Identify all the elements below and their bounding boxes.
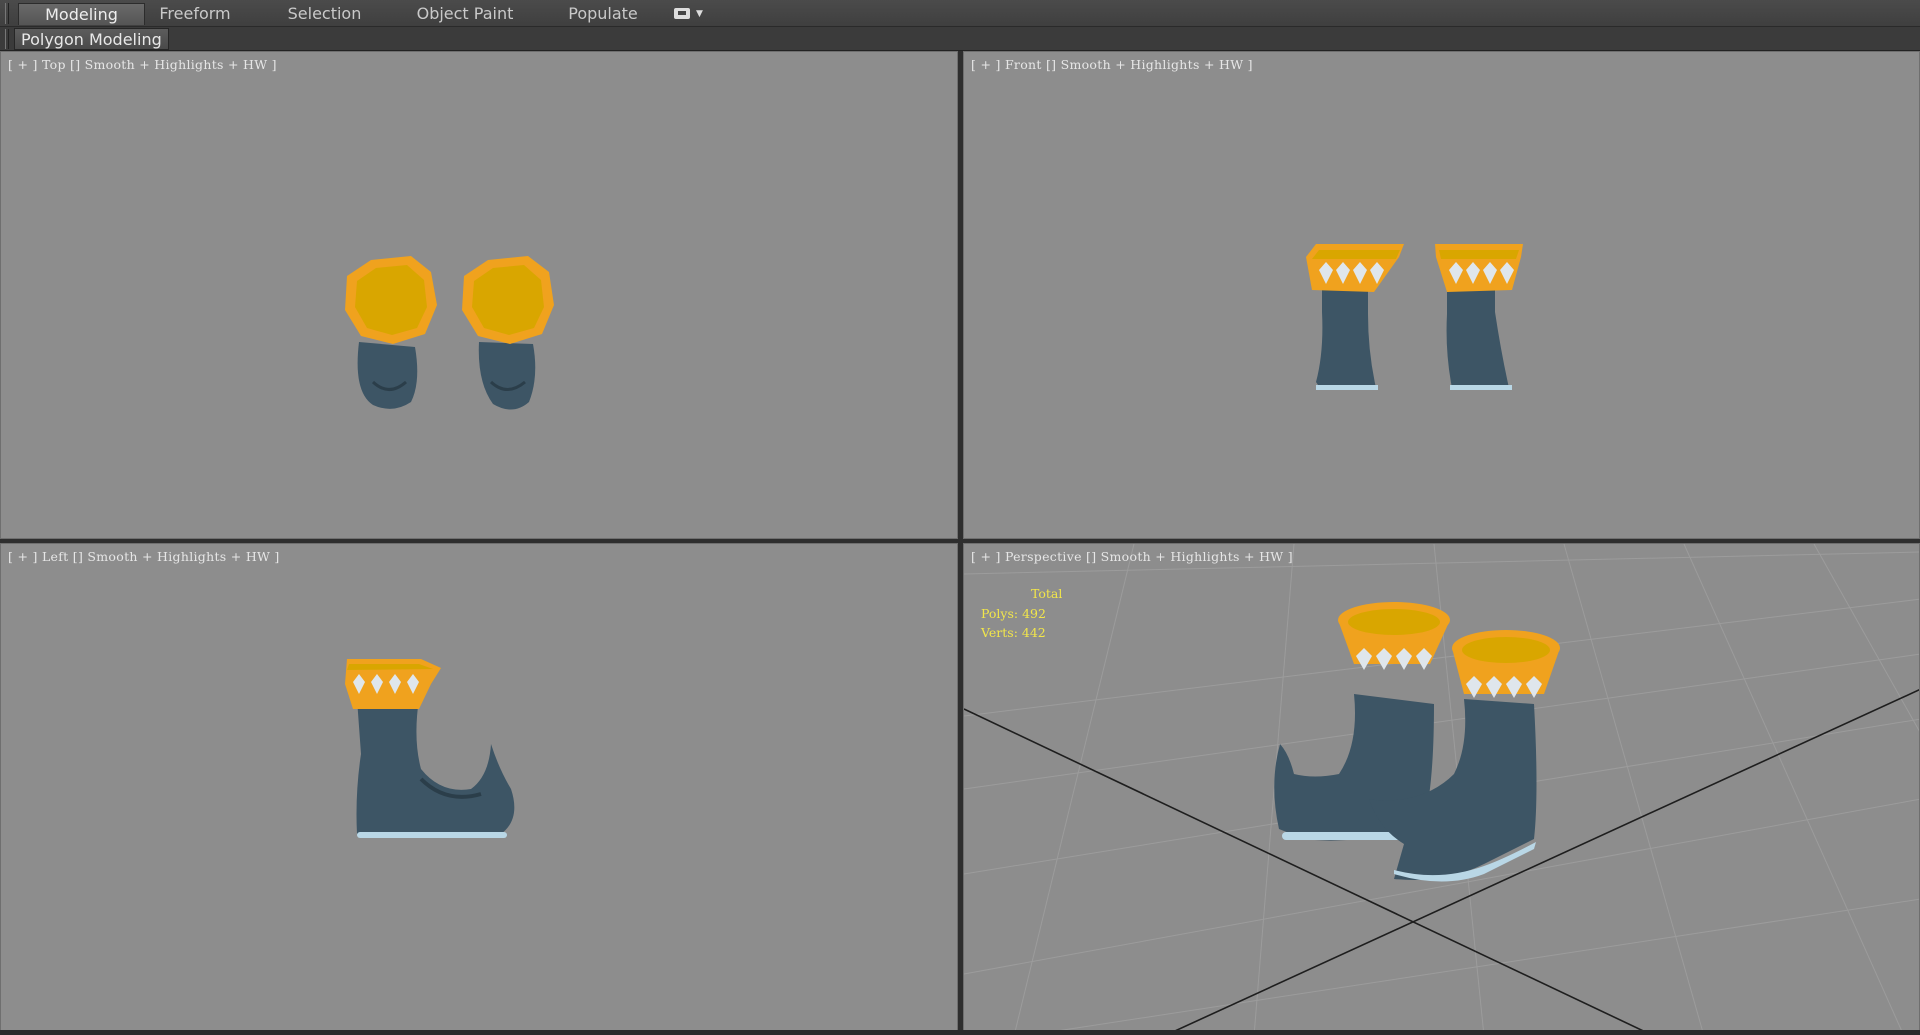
tab-freeform[interactable]: Freeform (150, 3, 240, 25)
tab-modeling[interactable]: Modeling (18, 3, 145, 25)
boot-top-right (462, 256, 554, 410)
ribbon-toggle-icon (674, 8, 690, 19)
ribbon-minimize-toggle[interactable]: ▼ (674, 7, 704, 21)
boot-side-view (345, 659, 515, 838)
perspective-view-scene (964, 544, 1919, 1034)
viewport-top-label[interactable]: [ + ] Top [] Smooth + Highlights + HW ] (8, 57, 277, 72)
viewport-top[interactable]: [ + ] Top [] Smooth + Highlights + HW ] (0, 51, 958, 539)
viewport-front[interactable]: [ + ] Front [] Smooth + Highlights + HW … (963, 51, 1920, 539)
viewport-grid: [ + ] Top [] Smooth + Highlights + HW ] (0, 51, 1920, 1035)
viewport-left[interactable]: [ + ] Left [] Smooth + Highlights + HW ] (0, 543, 958, 1035)
viewport-perspective[interactable]: [ + ] Perspective [] Smooth + Highlights… (963, 543, 1920, 1035)
stats-total-label: Total (1031, 586, 1063, 601)
stats-polys: Polys: 492 (981, 605, 1046, 621)
ribbon-panel-bar: Polygon Modeling (0, 27, 1920, 51)
boot-top-left (345, 256, 437, 409)
panel-polygon-modeling[interactable]: Polygon Modeling (14, 28, 169, 50)
stats-verts: Verts: 442 (981, 625, 1046, 640)
ribbon-grip-handle[interactable] (5, 3, 9, 24)
tab-selection[interactable]: Selection (277, 3, 372, 25)
boot-front-left (1306, 244, 1404, 390)
viewport-perspective-label[interactable]: [ + ] Perspective [] Smooth + Highlights… (971, 549, 1293, 564)
boot-front-right (1435, 244, 1523, 390)
left-view-scene (345, 659, 515, 838)
bottom-status-strip (0, 1030, 1920, 1035)
ribbon-tab-bar: Modeling Freeform Selection Object Paint… (0, 0, 1920, 27)
tab-object-paint[interactable]: Object Paint (410, 3, 520, 25)
viewport-left-label[interactable]: [ + ] Left [] Smooth + Highlights + HW ] (8, 549, 280, 564)
panel-grip-handle[interactable] (5, 29, 9, 49)
viewport-front-label[interactable]: [ + ] Front [] Smooth + Highlights + HW … (971, 57, 1253, 72)
dropdown-arrow-icon: ▼ (696, 9, 703, 19)
front-view-scene (1306, 244, 1523, 390)
top-view-scene (345, 256, 554, 410)
scene-statistics: Total Polys: 492 Verts: 442 (981, 584, 1062, 643)
tab-populate[interactable]: Populate (560, 3, 646, 25)
